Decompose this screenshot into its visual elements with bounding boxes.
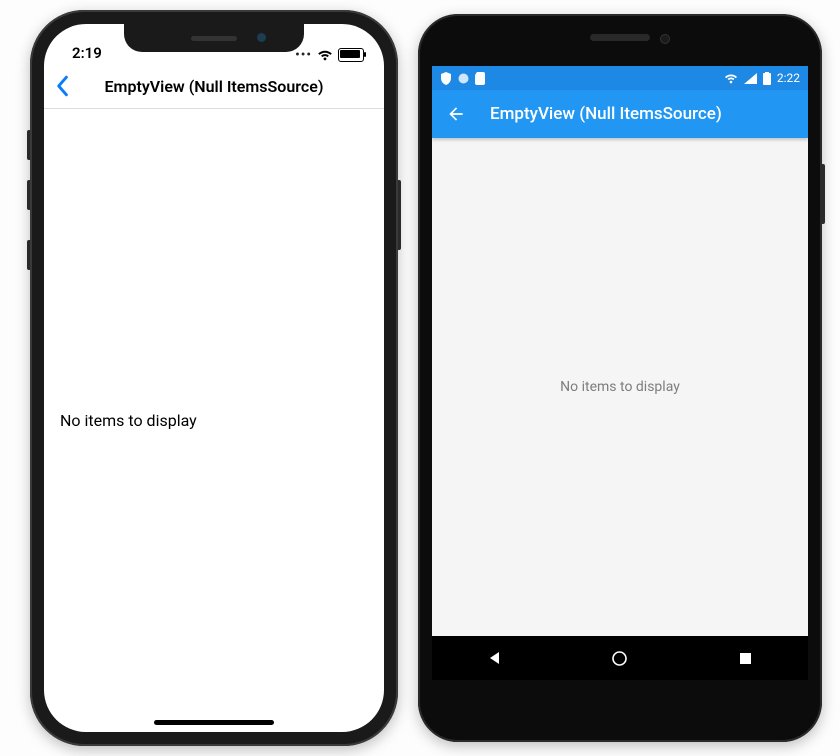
android-navigation-bar <box>432 636 808 680</box>
home-indicator-icon[interactable] <box>154 720 274 725</box>
android-screen: 2:22 EmptyView (Null ItemsSource) No ite… <box>432 66 808 680</box>
triangle-left-icon <box>487 650 503 666</box>
empty-view-text: No items to display <box>44 411 197 430</box>
circle-icon <box>458 73 469 84</box>
sdcard-icon <box>475 72 485 85</box>
shield-icon <box>440 72 452 85</box>
ios-navigation-bar: EmptyView (Null ItemsSource) <box>44 64 384 109</box>
nav-back-button[interactable] <box>467 636 523 680</box>
cellular-signal-icon: ••• <box>295 49 312 62</box>
speaker-icon <box>191 36 237 41</box>
page-title: EmptyView (Null ItemsSource) <box>490 104 722 124</box>
android-status-bar: 2:22 <box>432 66 808 90</box>
android-status-time: 2:22 <box>777 71 800 85</box>
battery-icon <box>338 48 364 62</box>
wifi-icon <box>317 49 333 61</box>
battery-icon <box>763 72 771 85</box>
back-button[interactable] <box>446 104 466 124</box>
wifi-icon <box>724 73 738 84</box>
nav-home-button[interactable] <box>592 636 648 680</box>
empty-view-text: No items to display <box>560 379 680 395</box>
arrow-left-icon <box>446 104 466 124</box>
iphone-notch <box>124 24 304 52</box>
chevron-left-icon <box>54 75 70 97</box>
back-button[interactable] <box>54 64 70 108</box>
front-camera-icon <box>257 33 266 42</box>
page-title: EmptyView (Null ItemsSource) <box>44 77 384 96</box>
android-app-bar: EmptyView (Null ItemsSource) <box>432 90 808 138</box>
earpiece-icon <box>590 34 650 41</box>
iphone-device-frame: 2:19 ••• EmptyView (Null ItemsSource) <box>30 10 398 746</box>
ios-status-time: 2:19 <box>72 44 102 62</box>
android-content-area: No items to display <box>432 138 808 636</box>
square-icon <box>738 651 753 666</box>
signal-icon <box>744 73 757 84</box>
ios-content-area: No items to display <box>44 108 384 732</box>
sensor-icon <box>660 34 670 44</box>
circle-icon <box>611 650 628 667</box>
iphone-screen: 2:19 ••• EmptyView (Null ItemsSource) <box>44 24 384 732</box>
android-device-frame: 2:22 EmptyView (Null ItemsSource) No ite… <box>418 14 822 742</box>
nav-recent-button[interactable] <box>717 636 773 680</box>
